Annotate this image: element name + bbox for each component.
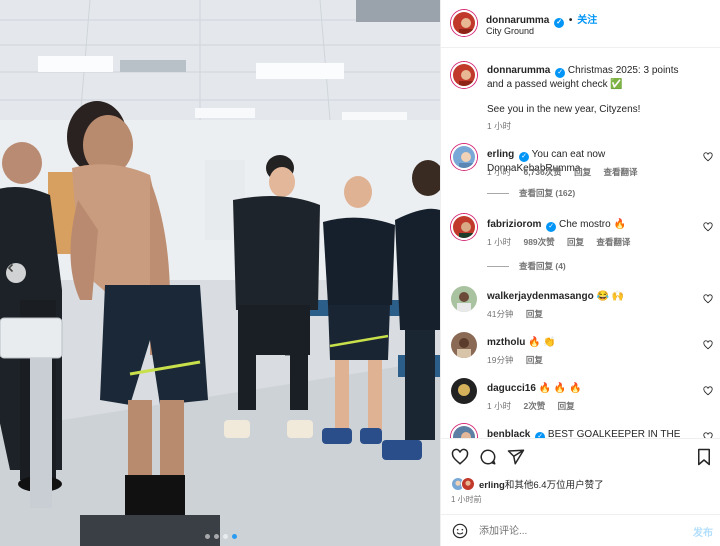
post-location[interactable]: City Ground: [486, 26, 534, 36]
comment-meta: 1 小时 6,736次赞 回复 查看翻译: [487, 166, 648, 178]
comment-body: benblack ✓ BEST GOALKEEPER IN THE WORLD: [487, 428, 697, 438]
comment-likes[interactable]: 6,736次赞: [523, 167, 561, 177]
reply-button[interactable]: 回复: [567, 237, 584, 247]
comment-body: mztholu 🔥 👏: [487, 336, 697, 350]
reply-button[interactable]: 回复: [526, 355, 543, 365]
caption-body: donnarumma ✓ Christmas 2025: 3 points an…: [487, 64, 697, 117]
share-icon[interactable]: [507, 448, 525, 466]
post-photo: [0, 0, 440, 546]
comment-avatar[interactable]: [451, 378, 477, 404]
author-avatar[interactable]: [451, 10, 477, 36]
comment-text: 🔥 👏: [528, 337, 556, 348]
comment-username[interactable]: erling: [487, 149, 514, 160]
replies-line: [487, 265, 509, 267]
like-comment-heart-icon[interactable]: [703, 222, 713, 232]
heart-icon[interactable]: [451, 448, 469, 466]
view-replies-button[interactable]: 查看回复 (162): [487, 187, 575, 199]
caption-username[interactable]: donnarumma: [487, 65, 550, 76]
carousel-prev-button[interactable]: [6, 263, 26, 283]
like-comment-heart-icon[interactable]: [703, 294, 713, 304]
post-comment-button[interactable]: 发布: [693, 524, 713, 539]
follow-button[interactable]: 关注: [577, 15, 597, 26]
comment-username[interactable]: walkerjaydenmasango: [487, 291, 594, 302]
replies-line: [487, 192, 509, 194]
reply-button[interactable]: 回复: [526, 309, 543, 319]
comment-text: Che mostro 🔥: [559, 219, 626, 230]
comment-body: fabriziorom ✓ Che mostro 🔥: [487, 218, 697, 232]
likes-summary[interactable]: erling和其他6.4万位用户赞了: [451, 477, 604, 491]
comment-likes[interactable]: 989次赞: [523, 237, 554, 247]
comment-text: 🔥 🔥 🔥: [538, 383, 582, 394]
carousel-dot: [214, 534, 219, 539]
comment-username[interactable]: dagucci16: [487, 383, 536, 394]
comment-time: 41分钟: [487, 309, 514, 319]
comment-time: 1 小时: [487, 167, 512, 177]
carousel-indicator: [205, 534, 237, 539]
like-comment-heart-icon[interactable]: [703, 340, 713, 350]
post-time: 1 小时前: [451, 495, 482, 504]
view-replies-label[interactable]: 查看回复 (4): [519, 260, 566, 272]
likes-rest: 和其他6.4万位用户赞了: [504, 480, 604, 491]
comment-text: 😂 🙌: [596, 291, 625, 302]
comment-time: 1 小时: [487, 237, 512, 247]
comment-composer: 发布: [441, 514, 720, 546]
comment-time: 19分钟: [487, 355, 514, 365]
comment-meta: 1 小时 2次赞 回复: [487, 400, 585, 412]
carousel-dot: [205, 534, 210, 539]
post-panel: donnarumma ✓ • 关注 City Ground donnarumma…: [440, 0, 720, 546]
comment-meta: 1 小时 989次赞 回复 查看翻译: [487, 236, 640, 248]
comment-username[interactable]: mztholu: [487, 337, 525, 348]
comment-avatar[interactable]: [451, 144, 477, 170]
comment-avatar[interactable]: [451, 286, 477, 312]
comments-list[interactable]: donnarumma ✓ Christmas 2025: 3 points an…: [441, 48, 720, 438]
verified-icon: ✓: [546, 222, 557, 232]
comment-time: 1 小时: [487, 401, 512, 411]
comment-avatar[interactable]: [451, 424, 477, 438]
comment-username[interactable]: fabriziorom: [487, 219, 541, 230]
author-username[interactable]: donnarumma: [486, 15, 549, 26]
photo-scene: [0, 0, 440, 546]
caption-meta: 1 小时: [487, 120, 521, 132]
like-comment-heart-icon[interactable]: [703, 386, 713, 396]
likes-user[interactable]: erling: [479, 480, 505, 491]
caption-avatar[interactable]: [451, 62, 477, 88]
comment-username[interactable]: benblack: [487, 429, 530, 438]
comment-likes[interactable]: 2次赞: [523, 401, 545, 411]
comment-icon[interactable]: [479, 448, 497, 466]
verified-icon: ✓: [555, 68, 566, 78]
chevron-left-icon: [7, 263, 14, 273]
bookmark-icon[interactable]: [695, 448, 713, 466]
comment-input[interactable]: [479, 523, 669, 539]
post-actions: erling和其他6.4万位用户赞了 1 小时前: [441, 438, 720, 508]
carousel-dot-active: [232, 534, 237, 539]
verified-icon: ✓: [519, 152, 530, 162]
translate-button[interactable]: 查看翻译: [596, 237, 630, 247]
comment-meta: 41分钟 回复: [487, 308, 553, 320]
liker-avatar: [461, 477, 475, 491]
carousel-dot: [223, 534, 228, 539]
post-header: donnarumma ✓ • 关注 City Ground: [441, 0, 720, 48]
verified-icon: ✓: [554, 18, 565, 28]
separator-dot: •: [568, 15, 573, 26]
translate-button[interactable]: 查看翻译: [604, 167, 638, 177]
comment-avatar[interactable]: [451, 214, 477, 240]
view-replies-button[interactable]: 查看回复 (4): [487, 260, 566, 272]
like-comment-heart-icon[interactable]: [703, 152, 713, 162]
caption-text-2: See you in the new year, Cityzens!: [487, 104, 641, 115]
comment-body: walkerjaydenmasango 😂 🙌: [487, 290, 697, 304]
view-replies-label[interactable]: 查看回复 (162): [519, 187, 575, 199]
caption-time: 1 小时: [487, 121, 512, 131]
comment-meta: 19分钟 回复: [487, 354, 553, 366]
reply-button[interactable]: 回复: [574, 167, 591, 177]
reply-button[interactable]: 回复: [558, 401, 575, 411]
comment-body: dagucci16 🔥 🔥 🔥: [487, 382, 697, 396]
comment-avatar[interactable]: [451, 332, 477, 358]
emoji-icon[interactable]: [452, 523, 468, 539]
likes-text: erling和其他6.4万位用户赞了: [479, 477, 604, 491]
